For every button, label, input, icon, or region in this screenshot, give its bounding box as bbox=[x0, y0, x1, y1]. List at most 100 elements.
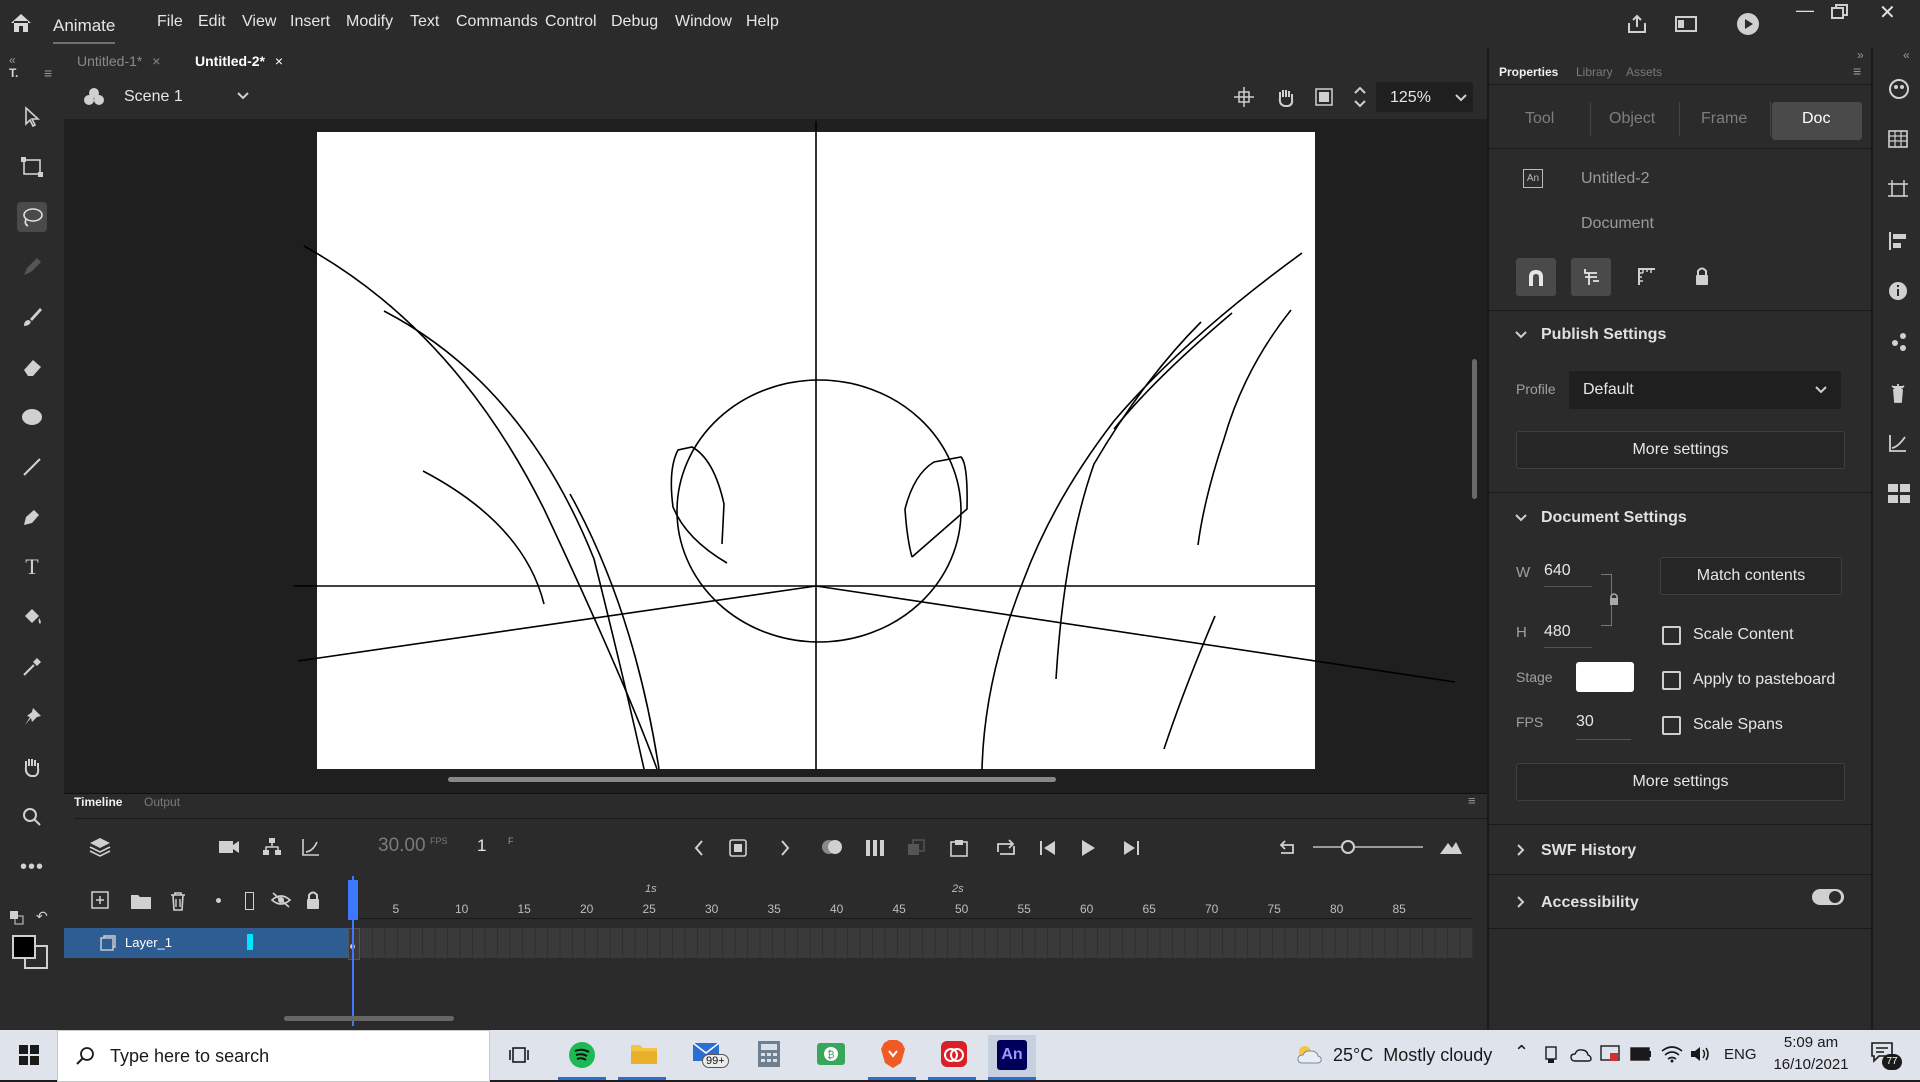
hand-tool-icon[interactable] bbox=[17, 752, 47, 782]
tab-assets[interactable]: Assets bbox=[1626, 65, 1662, 79]
paste-frames-icon[interactable] bbox=[949, 838, 969, 858]
minimize-button[interactable]: — bbox=[1796, 0, 1814, 21]
swap-colors-icon[interactable]: ↶ bbox=[36, 908, 48, 925]
chevron-down-icon[interactable] bbox=[236, 91, 250, 101]
pin-tool-icon[interactable] bbox=[17, 702, 47, 732]
publish-settings-title[interactable]: Publish Settings bbox=[1541, 326, 1666, 344]
subtab-frame[interactable]: Frame bbox=[1701, 110, 1747, 128]
strip-collapse-icon[interactable]: « bbox=[1903, 48, 1910, 62]
restore-icon[interactable] bbox=[1831, 4, 1849, 20]
menu-text[interactable]: Text bbox=[410, 13, 439, 31]
scene-name[interactable]: Scene 1 bbox=[124, 88, 183, 106]
vertical-scrollbar[interactable] bbox=[1472, 359, 1477, 499]
properties-menu-icon[interactable]: ≡ bbox=[1853, 63, 1861, 79]
match-contents-button[interactable]: Match contents bbox=[1660, 557, 1842, 595]
selection-tool-icon[interactable] bbox=[17, 102, 47, 132]
grid-panel-icon[interactable] bbox=[1888, 130, 1908, 148]
timeline-scrollbar[interactable] bbox=[284, 1016, 454, 1021]
weather-icon[interactable] bbox=[1294, 1043, 1324, 1065]
ruler-icon[interactable] bbox=[1637, 267, 1657, 287]
align-panel-icon[interactable] bbox=[1888, 231, 1908, 251]
edit-multiple-frames-icon[interactable] bbox=[864, 838, 886, 858]
tab-properties[interactable]: Properties bbox=[1499, 65, 1558, 79]
money-app-icon[interactable]: ₿ bbox=[816, 1040, 846, 1068]
more-tools-icon[interactable]: ••• bbox=[17, 852, 47, 882]
new-folder-icon[interactable] bbox=[130, 892, 152, 910]
file-explorer-icon[interactable] bbox=[630, 1042, 658, 1066]
subtab-tool[interactable]: Tool bbox=[1525, 110, 1554, 128]
apply-to-pasteboard-checkbox[interactable] bbox=[1662, 671, 1681, 690]
paint-bucket-tool-icon[interactable] bbox=[17, 602, 47, 632]
layers-icon[interactable] bbox=[89, 836, 111, 858]
clock-time[interactable]: 5:09 am bbox=[1776, 1034, 1846, 1051]
task-view-icon[interactable] bbox=[508, 1044, 530, 1066]
swatches-icon[interactable] bbox=[1888, 331, 1910, 353]
workspace-icon[interactable] bbox=[1675, 14, 1697, 34]
spotify-icon[interactable] bbox=[568, 1041, 596, 1069]
menu-modify[interactable]: Modify bbox=[346, 13, 393, 31]
tab-library[interactable]: Library bbox=[1576, 65, 1613, 79]
zoom-select[interactable]: 125% bbox=[1376, 82, 1473, 112]
chevron-down-icon[interactable] bbox=[1514, 330, 1528, 340]
chevron-down-icon[interactable] bbox=[1514, 513, 1528, 523]
lock-layer-icon[interactable] bbox=[305, 890, 321, 910]
profile-select[interactable]: Default bbox=[1569, 371, 1841, 409]
eraser-tool-icon[interactable] bbox=[17, 352, 47, 382]
loop-icon[interactable] bbox=[995, 838, 1017, 858]
snap-icon[interactable] bbox=[1234, 87, 1254, 107]
creative-cloud-icon[interactable] bbox=[940, 1040, 968, 1068]
calculator-icon[interactable] bbox=[757, 1040, 781, 1068]
usb-device-icon[interactable] bbox=[1543, 1046, 1559, 1064]
free-transform-tool-icon[interactable] bbox=[17, 152, 47, 182]
lock-icon[interactable] bbox=[1694, 266, 1710, 286]
previous-keyframe-icon[interactable] bbox=[693, 839, 705, 857]
puppet-icon[interactable] bbox=[1888, 382, 1908, 404]
pen-tool-icon[interactable] bbox=[17, 502, 47, 532]
document-settings-title[interactable]: Document Settings bbox=[1541, 509, 1687, 527]
chevron-right-icon[interactable] bbox=[1516, 895, 1526, 909]
play-icon[interactable] bbox=[1079, 839, 1097, 857]
parenting-icon[interactable] bbox=[262, 837, 282, 857]
clock-date[interactable]: 16/10/2021 bbox=[1766, 1056, 1856, 1073]
layer-row[interactable]: Layer_1 bbox=[64, 928, 348, 958]
pin-to-stage-button[interactable] bbox=[1571, 258, 1611, 296]
highlight-layer-icon[interactable] bbox=[216, 898, 221, 903]
pencil-tool-icon[interactable] bbox=[17, 252, 47, 282]
clip-content-icon[interactable] bbox=[1314, 87, 1334, 107]
panel-collapse-left[interactable]: « bbox=[9, 53, 16, 67]
camera-pan-icon[interactable] bbox=[1274, 86, 1296, 108]
notifications-app-icon[interactable] bbox=[1600, 1045, 1620, 1063]
current-frame[interactable]: 1 bbox=[477, 836, 486, 856]
frame-ruler[interactable]: 1s 2s 5 10 15 20 25 30 35 40 45 50 55 60 65 70 75 80 85 bbox=[348, 878, 1473, 919]
menu-file[interactable]: File bbox=[157, 13, 183, 31]
swf-history-title[interactable]: SWF History bbox=[1541, 842, 1636, 860]
oval-tool-icon[interactable] bbox=[17, 402, 47, 432]
mail-app[interactable]: 99+ bbox=[692, 1040, 729, 1072]
onedrive-icon[interactable] bbox=[1570, 1048, 1592, 1062]
step-back-icon[interactable] bbox=[1038, 839, 1058, 857]
camera-icon[interactable] bbox=[218, 839, 240, 855]
outline-layer-icon[interactable] bbox=[245, 892, 254, 910]
brush-tool-icon[interactable] bbox=[17, 302, 47, 332]
horizontal-scrollbar[interactable] bbox=[448, 777, 1056, 782]
menu-commands[interactable]: Commands bbox=[456, 13, 538, 31]
timeline-zoom-slider[interactable] bbox=[1313, 846, 1423, 848]
motion-presets-icon[interactable] bbox=[1887, 78, 1911, 100]
delete-icon[interactable] bbox=[169, 891, 187, 911]
scale-spans-checkbox[interactable] bbox=[1662, 716, 1681, 735]
accessibility-toggle[interactable] bbox=[1812, 889, 1844, 905]
timeline-zoom-handle[interactable] bbox=[1341, 840, 1355, 854]
tab-output[interactable]: Output bbox=[144, 795, 180, 809]
insert-keyframe-icon[interactable] bbox=[728, 838, 748, 858]
subtab-doc[interactable]: Doc bbox=[1772, 102, 1862, 140]
line-tool-icon[interactable] bbox=[17, 452, 47, 482]
share-icon[interactable] bbox=[1626, 13, 1648, 35]
eyedropper-tool-icon[interactable] bbox=[17, 652, 47, 682]
search-box[interactable]: Type here to search bbox=[57, 1030, 490, 1082]
mountain-zoom-icon[interactable] bbox=[1439, 839, 1463, 855]
volume-icon[interactable] bbox=[1690, 1045, 1712, 1063]
menu-insert[interactable]: Insert bbox=[290, 13, 330, 31]
lasso-tool-icon[interactable] bbox=[17, 202, 47, 232]
fps-value[interactable]: 30.00 bbox=[378, 835, 426, 857]
stroke-color-swatch[interactable] bbox=[12, 935, 36, 959]
